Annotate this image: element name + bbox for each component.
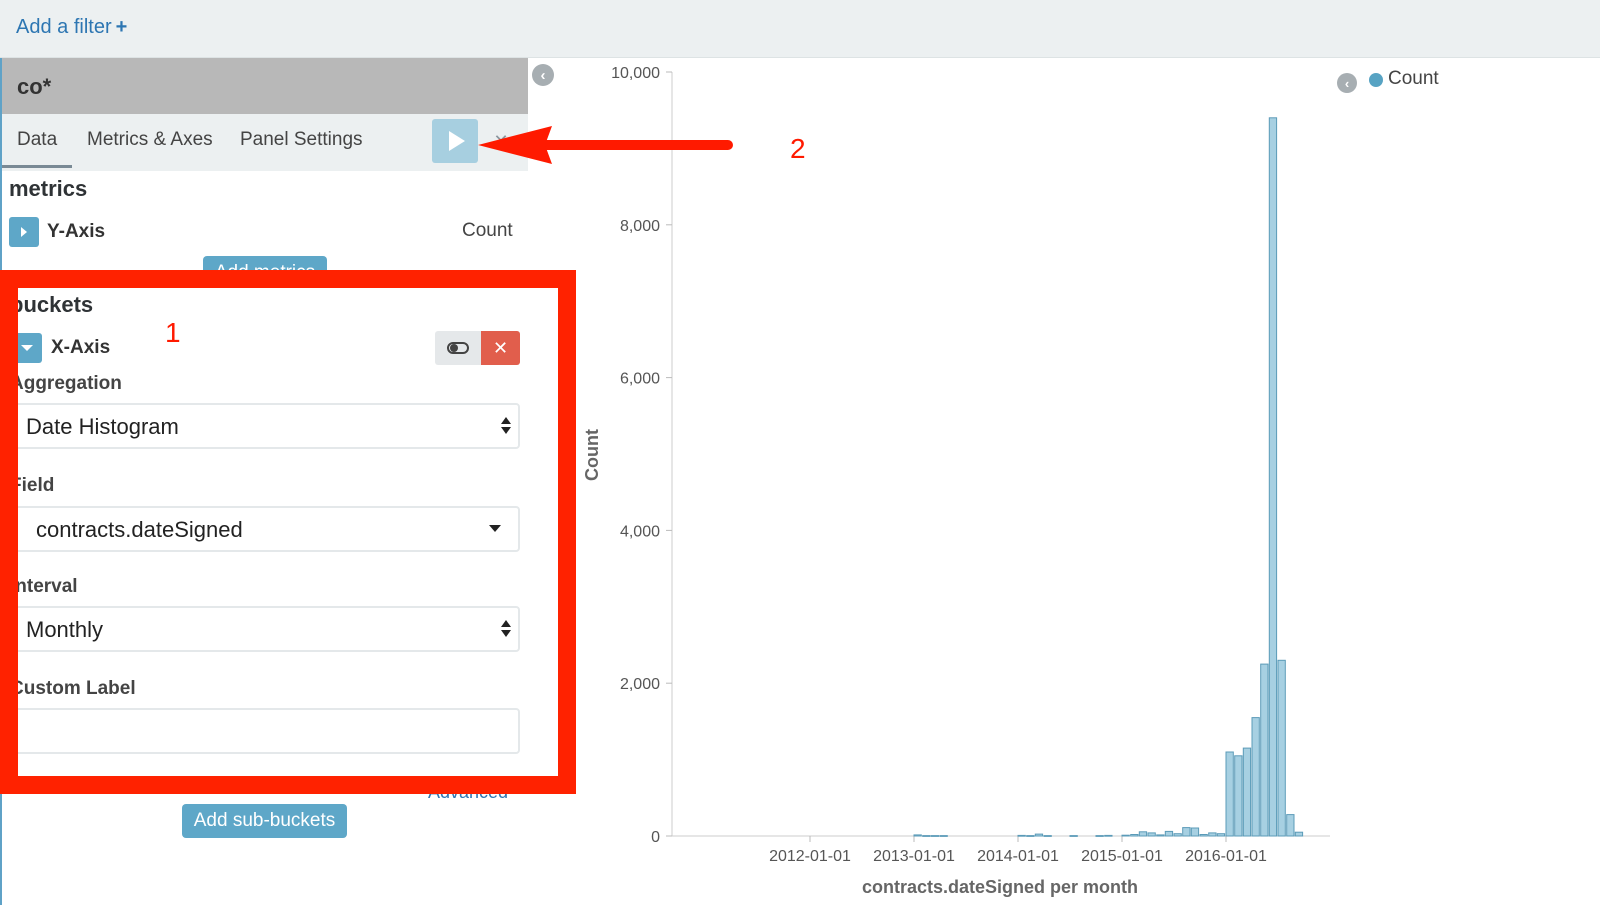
arrow-head [478, 126, 552, 164]
annotation-arrow [478, 126, 733, 164]
